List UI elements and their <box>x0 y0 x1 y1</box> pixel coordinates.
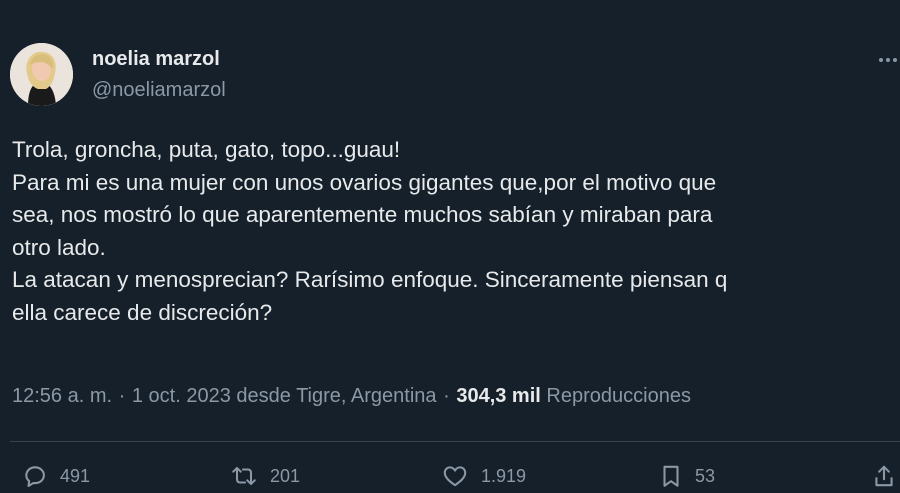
views-count: 304,3 mil <box>456 385 541 407</box>
tweet-location: desde Tigre, Argentina <box>236 385 437 407</box>
tweet-line: otro lado. <box>12 234 106 260</box>
divider <box>10 441 900 442</box>
tweet-line: Trola, groncha, puta, gato, topo...guau! <box>12 137 401 162</box>
meta-separator: · <box>118 385 126 407</box>
share-button[interactable] <box>872 462 896 490</box>
reply-count: 491 <box>60 465 91 486</box>
bookmark-icon <box>659 463 683 489</box>
retweet-button[interactable]: 201 <box>230 462 300 490</box>
tweet-line: ella carece de discreción? <box>12 299 273 325</box>
tweet-meta: 12:56 a. m. · 1 oct. 2023 desde Tigre, A… <box>12 385 691 408</box>
tweet-date[interactable]: 1 oct. 2023 <box>132 385 231 407</box>
tweet-line: Para mi es una mujer con unos ovarios gi… <box>12 169 717 195</box>
tweet-line: La atacan y menosprecian? Rarísimo enfoq… <box>12 267 728 293</box>
reply-button[interactable]: 491 <box>22 462 90 490</box>
bookmark-count: 53 <box>695 465 716 486</box>
avatar[interactable] <box>10 43 73 106</box>
author-handle[interactable]: @noeliamarzol <box>92 79 226 102</box>
tweet-time[interactable]: 12:56 a. m. <box>12 385 112 407</box>
bookmark-button[interactable]: 53 <box>659 462 715 490</box>
more-dots-icon[interactable] <box>876 52 900 68</box>
like-count: 1.919 <box>481 465 527 486</box>
retweet-arrows-icon <box>230 463 258 489</box>
author-display-name[interactable]: noelia marzol <box>92 48 220 71</box>
tweet-text: Trola, groncha, puta, gato, topo...guau!… <box>12 134 892 330</box>
meta-separator: · <box>443 385 450 407</box>
heart-icon <box>441 463 469 489</box>
views-label: Reproducciones <box>546 385 691 407</box>
retweet-count: 201 <box>270 465 301 486</box>
like-button[interactable]: 1.919 <box>441 462 526 490</box>
share-upload-icon <box>872 463 896 489</box>
speech-bubble-icon <box>22 463 48 489</box>
tweet-line: sea, nos mostró lo que aparentemente muc… <box>12 202 713 228</box>
